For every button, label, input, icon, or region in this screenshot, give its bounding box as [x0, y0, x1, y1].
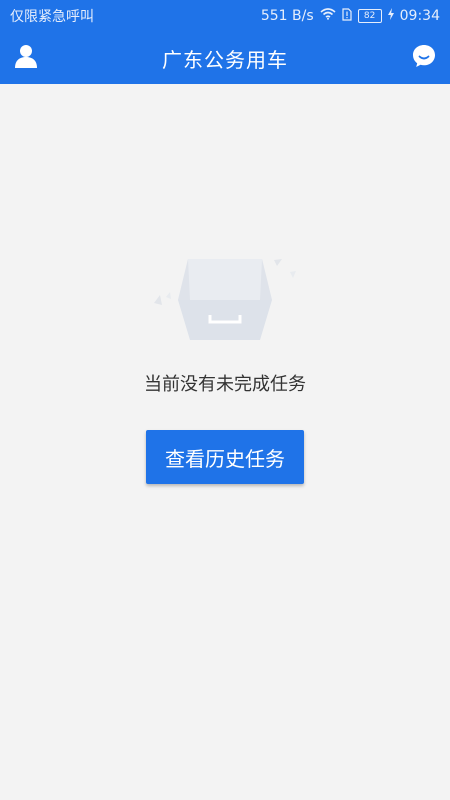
empty-box-illustration	[150, 255, 300, 345]
clock: 09:34	[399, 8, 440, 24]
chat-bubble-icon	[411, 43, 437, 73]
messages-button[interactable]	[406, 40, 442, 76]
sim-alert-icon	[342, 7, 352, 25]
wifi-icon	[320, 8, 336, 24]
status-bar: 仅限紧急呼叫 551 B/s 82 09:34	[0, 0, 450, 32]
page-title: 广东公务用车	[162, 47, 288, 72]
battery-level: 82	[357, 9, 382, 23]
network-speed: 551 B/s	[260, 8, 314, 24]
view-history-button[interactable]: 查看历史任务	[146, 430, 304, 484]
status-right: 551 B/s 82 09:34	[260, 7, 440, 25]
status-left-text: 仅限紧急呼叫	[10, 9, 94, 25]
app-header: 广东公务用车	[0, 32, 450, 84]
user-icon	[14, 43, 38, 73]
empty-state-message: 当前没有未完成任务	[144, 374, 306, 395]
user-profile-button[interactable]	[8, 40, 44, 76]
charging-icon	[387, 8, 394, 24]
